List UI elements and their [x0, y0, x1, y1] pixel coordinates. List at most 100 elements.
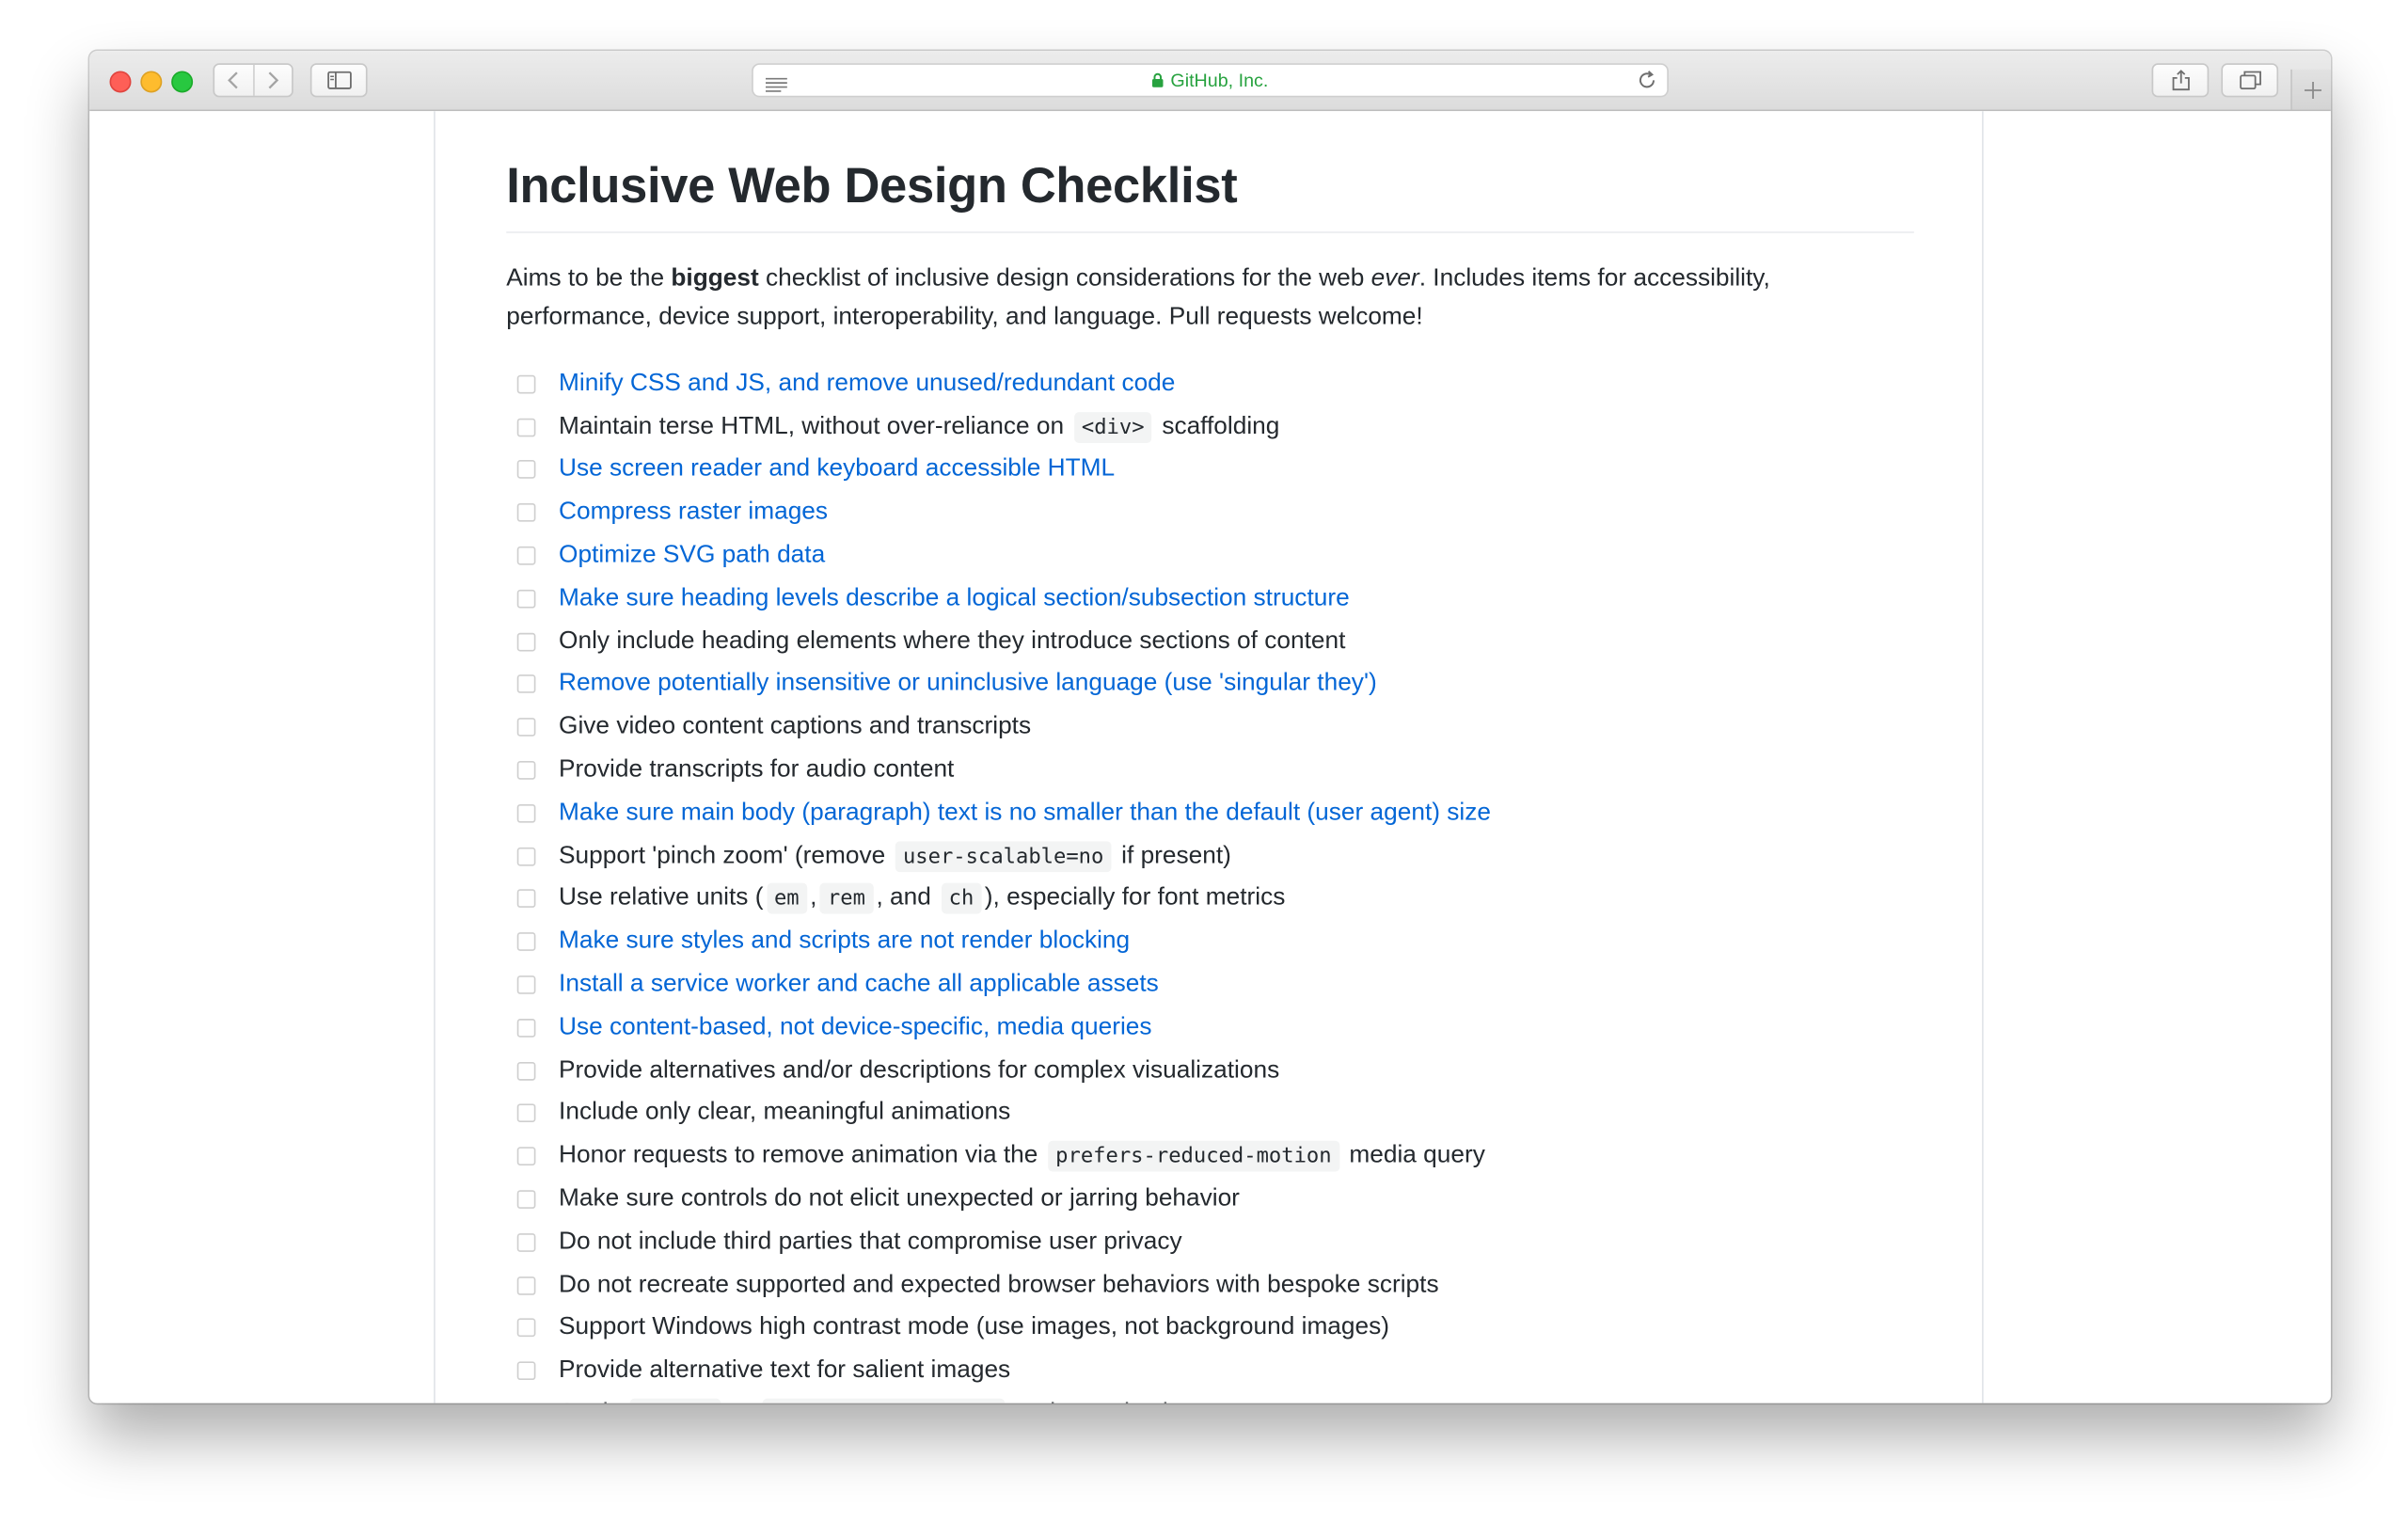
page-title: Inclusive Web Design Checklist: [506, 154, 1914, 233]
new-tab-button[interactable]: [2290, 69, 2331, 110]
item-text-segment: Only include heading elements where they…: [559, 627, 1346, 655]
task-checkbox[interactable]: [516, 1190, 536, 1209]
task-checkbox[interactable]: [516, 932, 536, 952]
task-checkbox[interactable]: [516, 889, 536, 909]
browser-window: GitHub, Inc. Inclusive Web Design Checkl…: [89, 51, 2331, 1403]
task-checkbox[interactable]: [516, 1232, 536, 1252]
close-window-button[interactable]: [109, 71, 132, 93]
item-text-segment: media query: [1342, 1142, 1485, 1169]
task-checkbox[interactable]: [516, 503, 536, 523]
task-checkbox[interactable]: [516, 1361, 536, 1381]
task-checkbox[interactable]: [516, 1319, 536, 1338]
checklist-item-link[interactable]: Use screen reader and keyboard accessibl…: [559, 456, 1115, 484]
checklist-item: Provide alternative text for salient ima…: [506, 1350, 1914, 1393]
checklist-item: Make sure heading levels describe a logi…: [506, 578, 1914, 621]
item-text-segment: or: [724, 1400, 760, 1403]
item-text-segment: Provide alternative text for salient ima…: [559, 1356, 1011, 1384]
checklist-item: Make sure controls do not elicit unexpec…: [506, 1178, 1914, 1221]
task-checkbox[interactable]: [516, 1018, 536, 1038]
item-text-segment: Use relative units (: [559, 885, 764, 912]
checklist-item: Use content-based, not device-specific, …: [506, 1007, 1914, 1050]
item-text-segment: Use screen reader and keyboard accessibl…: [559, 455, 1116, 483]
inline-code: user-scalable=no: [895, 840, 1112, 872]
checklist-item: Minify CSS and JS, and remove unused/red…: [506, 363, 1914, 406]
checklist-item: Optimize SVG path data: [506, 534, 1914, 578]
checklist-item-text: Provide alternatives and/or descriptions…: [559, 1056, 1279, 1085]
checklist-item: Apply alt="" or aria-hidden="true" to de…: [506, 1392, 1914, 1403]
share-icon: [2171, 70, 2190, 91]
inline-code: alt="": [630, 1398, 721, 1403]
item-text-segment: scaffolding: [1155, 413, 1280, 440]
checklist-item-text: Do not recreate supported and expected b…: [559, 1272, 1439, 1300]
item-text-segment: Make sure styles and scripts are not ren…: [559, 927, 1131, 955]
checklist-item-link[interactable]: Use content-based, not device-specific, …: [559, 1014, 1151, 1042]
checklist-item: Do not recreate supported and expected b…: [506, 1264, 1914, 1308]
back-button[interactable]: [214, 65, 252, 96]
inline-code: aria-hidden="true": [763, 1398, 1005, 1403]
item-text-segment: Use content-based, not device-specific, …: [559, 1013, 1152, 1040]
lock-icon: [1152, 72, 1164, 87]
item-text-segment: , and: [876, 885, 939, 912]
reload-icon[interactable]: [1636, 70, 1657, 99]
checklist-item: Provide alternatives and/or descriptions…: [506, 1049, 1914, 1092]
item-text-segment: Do not include third parties that compro…: [559, 1228, 1182, 1255]
checklist-item-text: Do not include third parties that compro…: [559, 1229, 1182, 1257]
task-checkbox[interactable]: [516, 718, 536, 737]
checklist-item-link[interactable]: Make sure main body (paragraph) text is …: [559, 800, 1491, 828]
url-display[interactable]: GitHub, Inc.: [753, 65, 1667, 96]
item-text-segment: Support Windows high contrast mode (use …: [559, 1314, 1390, 1341]
checklist-item-text: Support Windows high contrast mode (use …: [559, 1314, 1389, 1342]
forward-button[interactable]: [252, 64, 292, 96]
checklist-item: Use screen reader and keyboard accessibl…: [506, 449, 1914, 492]
checklist-item-link[interactable]: Minify CSS and JS, and remove unused/red…: [559, 371, 1175, 399]
intro-text: ever: [1370, 265, 1419, 293]
readme-article: Inclusive Web Design Checklist Aims to b…: [434, 111, 1984, 1403]
checklist-item: Provide transcripts for audio content: [506, 749, 1914, 792]
task-checkbox[interactable]: [516, 374, 536, 394]
checklist-item: Use relative units (em, rem, and ch), esp…: [506, 878, 1914, 921]
checklist-item-text: Provide alternative text for salient ima…: [559, 1357, 1010, 1386]
item-text-segment: to decorative images: [1007, 1400, 1242, 1403]
checklist-item-link[interactable]: Make sure styles and scripts are not ren…: [559, 928, 1130, 957]
checklist: Minify CSS and JS, and remove unused/red…: [506, 363, 1914, 1403]
checklist-item-text: Maintain terse HTML, without over-relian…: [559, 411, 1280, 443]
page-content[interactable]: Inclusive Web Design Checklist Aims to b…: [89, 111, 2331, 1403]
checklist-item-link[interactable]: Make sure heading levels describe a logi…: [559, 585, 1350, 613]
task-checkbox[interactable]: [516, 418, 536, 436]
checklist-item: Include only clear, meaningful animation…: [506, 1092, 1914, 1135]
checklist-item-link[interactable]: Install a service worker and cache all a…: [559, 971, 1159, 999]
task-checkbox[interactable]: [516, 1061, 536, 1081]
task-checkbox[interactable]: [516, 589, 536, 609]
task-checkbox[interactable]: [516, 632, 536, 651]
task-checkbox[interactable]: [516, 975, 536, 994]
task-checkbox[interactable]: [516, 547, 536, 565]
address-bar[interactable]: GitHub, Inc.: [752, 63, 1669, 99]
task-checkbox[interactable]: [516, 1147, 536, 1166]
checklist-item-link[interactable]: Optimize SVG path data: [559, 542, 825, 570]
checklist-item: Only include heading elements where they…: [506, 620, 1914, 663]
item-text-segment: if present): [1114, 842, 1231, 869]
item-text-segment: Make sure main body (paragraph) text is …: [559, 799, 1491, 826]
chevron-right-icon: [268, 71, 278, 89]
item-text-segment: Remove potentially insensitive or unincl…: [559, 670, 1377, 697]
chevron-left-icon: [228, 71, 239, 89]
checklist-item-link[interactable]: Compress raster images: [559, 499, 828, 528]
task-checkbox[interactable]: [516, 1276, 536, 1295]
item-text-segment: Make sure controls do not elicit unexpec…: [559, 1185, 1240, 1213]
task-checkbox[interactable]: [516, 761, 536, 780]
task-checkbox[interactable]: [516, 847, 536, 866]
item-text-segment: Install a service worker and cache all a…: [559, 971, 1159, 998]
task-checkbox[interactable]: [516, 1104, 536, 1123]
task-checkbox[interactable]: [516, 803, 536, 823]
checklist-item: Make sure styles and scripts are not ren…: [506, 921, 1914, 964]
share-button[interactable]: [2151, 63, 2210, 98]
tab-overview-button[interactable]: [2221, 63, 2279, 98]
minimize-window-button[interactable]: [140, 71, 163, 93]
task-checkbox[interactable]: [516, 460, 536, 480]
tabs-overview-icon: [2239, 71, 2261, 90]
checklist-item-link[interactable]: Remove potentially insensitive or unincl…: [559, 671, 1377, 699]
zoom-window-button[interactable]: [171, 71, 194, 93]
sidebar-toggle-button[interactable]: [309, 63, 368, 98]
item-text-segment: Compress raster images: [559, 499, 829, 526]
task-checkbox[interactable]: [516, 674, 536, 694]
